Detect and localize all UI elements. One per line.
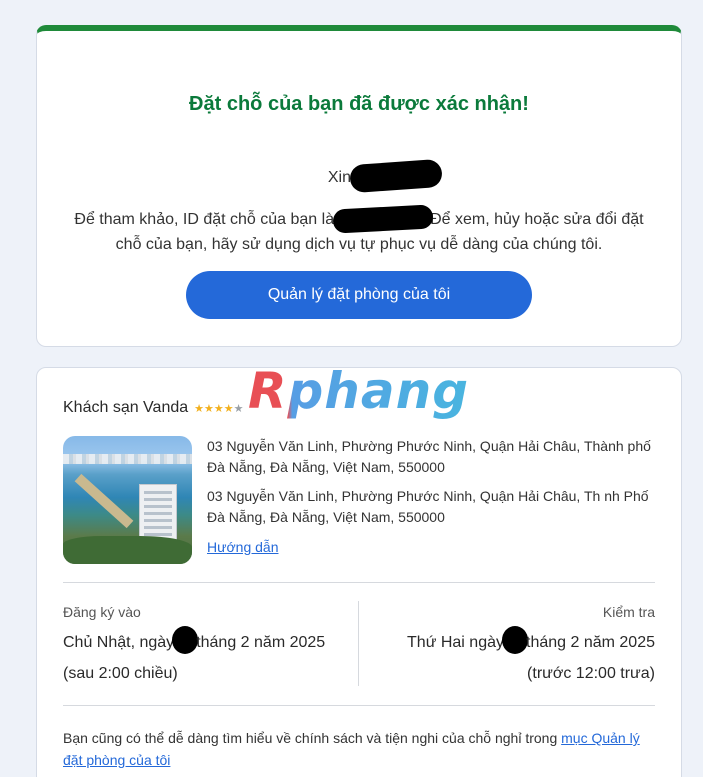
- redacted-checkin-day: [172, 626, 199, 654]
- star-rating: ★★★★★: [194, 402, 243, 415]
- divider: [63, 705, 655, 706]
- vertical-divider: [358, 601, 359, 686]
- hotel-card: Khách sạn Vanda ★★★★★ 03 Nguyễn Văn Linh…: [36, 367, 682, 777]
- star-empty-icon: ★: [233, 402, 244, 415]
- divider: [63, 582, 655, 583]
- hotel-address-primary: 03 Nguyễn Văn Linh, Phường Phước Ninh, Q…: [207, 438, 651, 475]
- checkout-date-prefix: Thứ Hai ngày: [407, 634, 504, 652]
- checkout-time: (trước 12:00 trưa): [527, 665, 655, 682]
- reference-prefix: Để tham khảo, ID đặt chỗ của bạn là: [74, 211, 335, 228]
- checkout-date-suffix: tháng 2 năm 2025: [526, 634, 655, 652]
- directions-link[interactable]: Hướng dẫn: [207, 539, 278, 555]
- hotel-name: Khách sạn Vanda: [63, 399, 189, 416]
- hotel-address-secondary: 03 Nguyễn Văn Linh, Phường Phước Ninh, Q…: [207, 488, 649, 525]
- hotel-header: Khách sạn Vanda ★★★★★: [63, 399, 243, 417]
- checkin-date-prefix: Chủ Nhật, ngày: [63, 634, 175, 652]
- star-filled-icon: ★★★★: [194, 402, 234, 415]
- checkin-date: Chủ Nhật, ngày tháng 2 năm 2025: [63, 626, 326, 654]
- manage-booking-button[interactable]: Quản lý đặt phòng của tôi: [186, 271, 532, 319]
- photo-city-skyline: [63, 454, 192, 464]
- redacted-name: [349, 158, 443, 194]
- policy-text: Bạn cũng có thể dễ dàng tìm hiểu về chín…: [63, 727, 653, 771]
- confirmation-title: Đặt chỗ của bạn đã được xác nhận!: [189, 93, 529, 115]
- checkout-date: Thứ Hai ngày tháng 2 năm 2025: [407, 626, 655, 654]
- checkin-date-suffix: tháng 2 năm 2025: [196, 634, 326, 652]
- confirmation-card: Đặt chỗ của bạn đã được xác nhận! Xin ch…: [36, 25, 682, 347]
- redacted-checkout-day: [502, 626, 528, 654]
- hotel-photo: [63, 436, 192, 564]
- checkout-label: Kiểm tra: [602, 604, 655, 620]
- watermark-logo: Rphang: [248, 362, 470, 420]
- photo-road: [74, 473, 134, 529]
- checkin-time: (sau 2:00 chiều): [63, 665, 178, 682]
- policy-sentence: Bạn cũng có thể dễ dàng tìm hiểu về chín…: [63, 730, 562, 746]
- checkin-label: Đăng ký vào: [63, 604, 141, 620]
- photo-trees: [63, 536, 192, 564]
